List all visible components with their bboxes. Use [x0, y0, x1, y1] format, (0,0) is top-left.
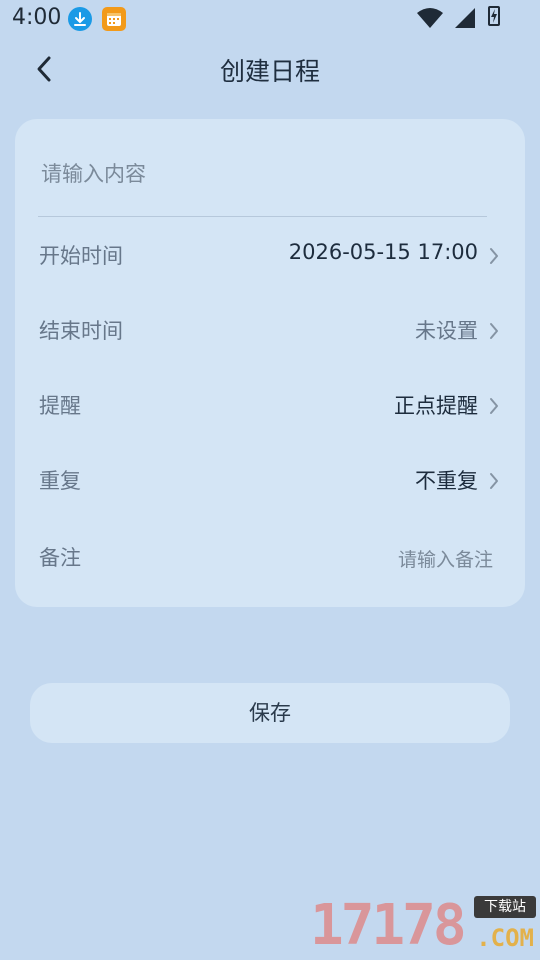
reminder-value: 正点提醒: [394, 394, 478, 418]
status-bar: 4:00: [0, 0, 540, 38]
chevron-right-icon: [490, 398, 498, 414]
end-time-label: 结束时间: [39, 319, 123, 343]
note-input[interactable]: [241, 546, 495, 574]
repeat-row[interactable]: 重复 不重复: [15, 450, 525, 510]
signal-icon: [455, 8, 475, 28]
chevron-right-icon: [490, 248, 498, 264]
watermark-tag: 下载站: [474, 896, 536, 918]
reminder-label: 提醒: [39, 394, 81, 418]
start-time-row[interactable]: 开始时间 2026-05-15 17:00: [15, 225, 525, 285]
watermark-logo: 17178 下载站 .COM: [310, 894, 536, 958]
download-icon: [68, 7, 92, 31]
reminder-row[interactable]: 提醒 正点提醒: [15, 375, 525, 435]
status-time: 4:00: [12, 5, 62, 30]
content-input[interactable]: [39, 155, 483, 193]
start-time-value: 2026-05-15 17:00: [288, 240, 478, 264]
note-label: 备注: [39, 546, 81, 570]
chevron-right-icon: [490, 323, 498, 339]
end-time-value: 未设置: [415, 319, 478, 343]
watermark-domain: .COM: [476, 924, 534, 952]
save-button[interactable]: 保存: [30, 683, 510, 743]
watermark-number: 17178: [310, 893, 467, 958]
calendar-icon: [102, 7, 126, 31]
start-time-label: 开始时间: [39, 244, 123, 268]
chevron-right-icon: [490, 473, 498, 489]
wifi-icon: [417, 8, 443, 28]
divider: [38, 216, 487, 217]
repeat-value: 不重复: [415, 469, 478, 493]
page-title: 创建日程: [219, 57, 320, 86]
schedule-create-screen: 4:00 创建日程 开始时间 2026-05-15 17:00: [0, 0, 540, 960]
note-row: 备注: [15, 527, 525, 587]
schedule-form-card: 开始时间 2026-05-15 17:00 结束时间 未设置 提醒 正点提醒 重…: [15, 119, 525, 607]
repeat-label: 重复: [39, 469, 81, 493]
end-time-row[interactable]: 结束时间 未设置: [15, 300, 525, 360]
battery-icon: [488, 6, 500, 26]
